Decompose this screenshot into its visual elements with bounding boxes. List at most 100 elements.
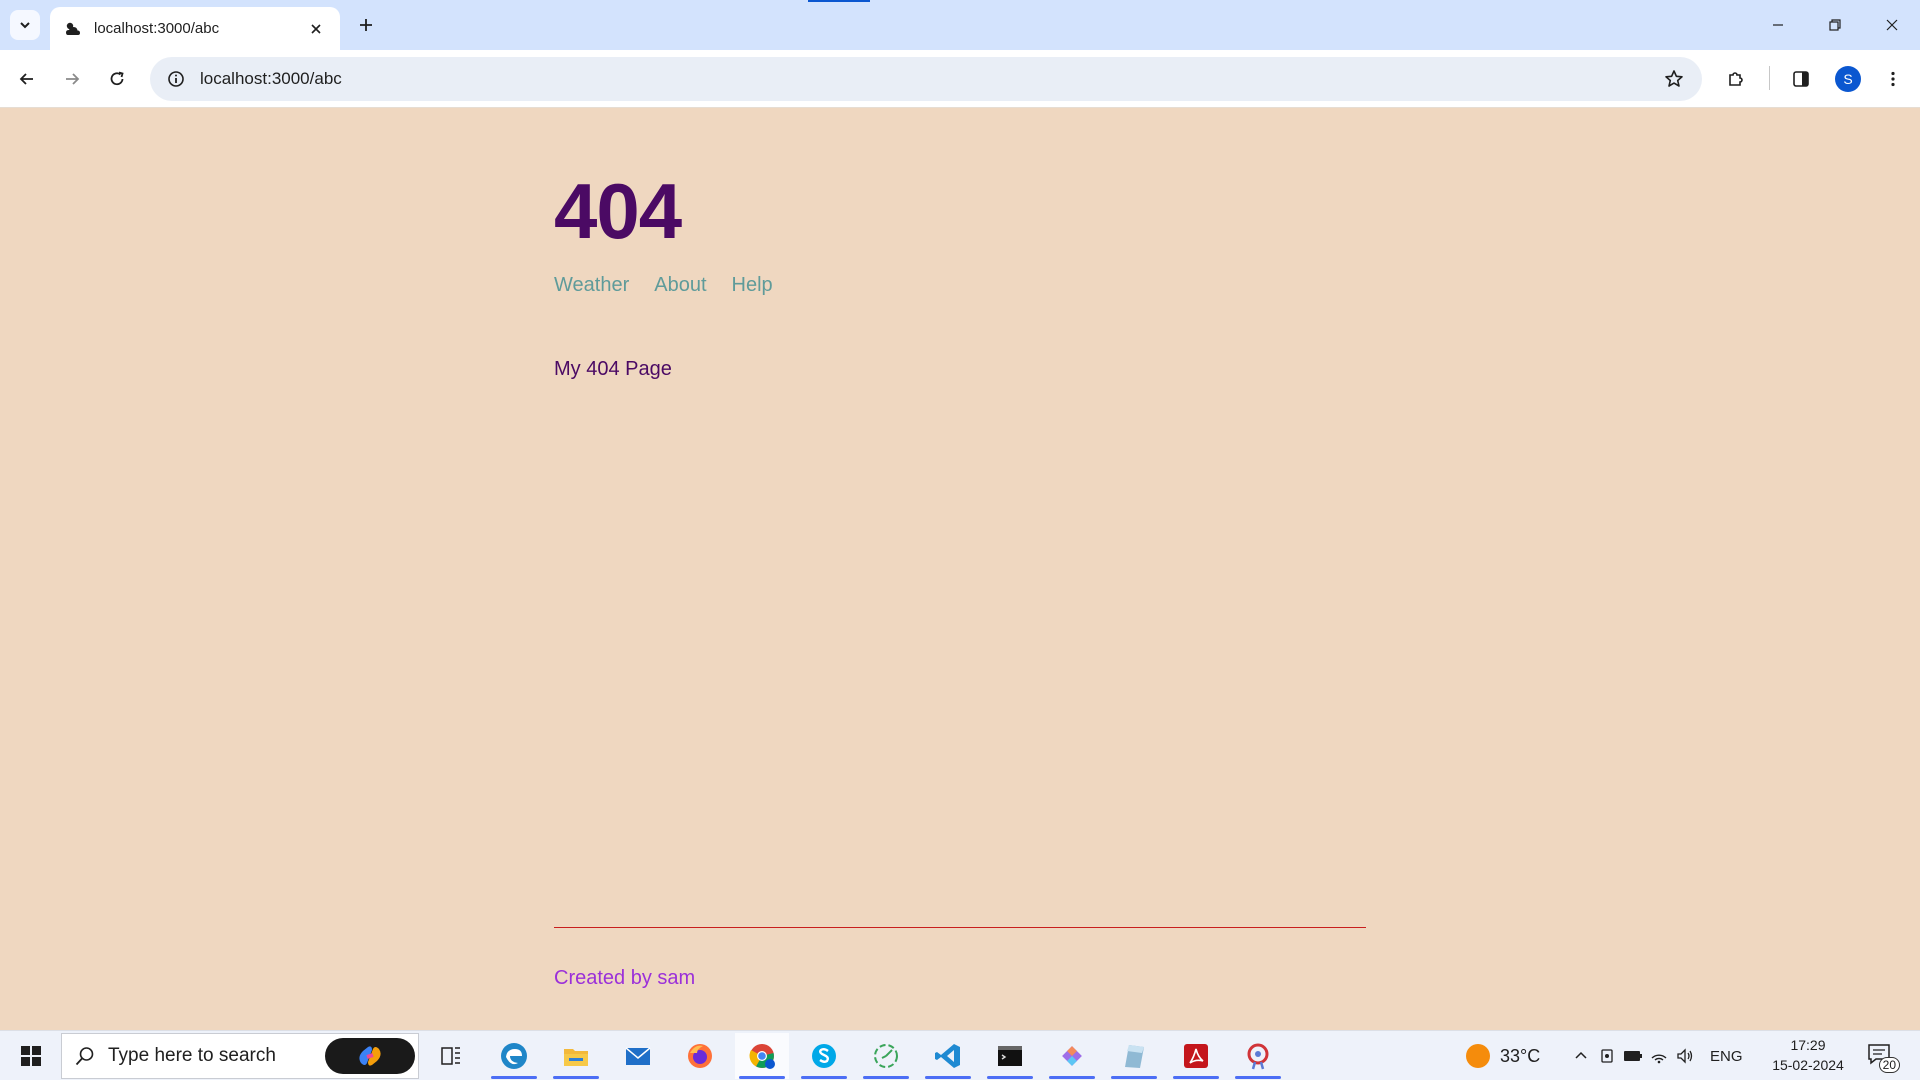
taskbar-app-chrome[interactable]: [735, 1033, 789, 1079]
taskbar-app-skype[interactable]: [797, 1033, 851, 1079]
restore-button[interactable]: [1806, 0, 1863, 50]
meet-now-icon[interactable]: [1594, 1043, 1620, 1069]
reload-button[interactable]: [100, 62, 134, 96]
running-indicator: [1111, 1076, 1157, 1079]
footer-credit: Created by sam: [554, 967, 696, 989]
tab-drag-indicator: [808, 0, 870, 2]
firefox-icon: [688, 1044, 712, 1068]
weather-favicon-icon: [64, 20, 82, 38]
footer-divider: [554, 927, 1366, 928]
start-button[interactable]: [10, 1031, 52, 1080]
close-window-button[interactable]: [1863, 0, 1920, 50]
minimize-icon: [1772, 24, 1783, 26]
error-message: My 404 Page: [554, 358, 672, 380]
clock[interactable]: 17:29 15-02-2024: [1770, 1035, 1846, 1075]
acrobat-icon: [1184, 1044, 1208, 1068]
window-controls: [1749, 0, 1920, 50]
bookmark-star-icon[interactable]: [1654, 59, 1694, 99]
running-indicator: [863, 1076, 909, 1079]
arrow-left-icon: [19, 73, 33, 85]
taskbar-app-paper[interactable]: [1107, 1033, 1161, 1079]
sun-icon: [1466, 1044, 1490, 1068]
taskbar-app-terminal[interactable]: [983, 1033, 1037, 1079]
git-icon: [1062, 1046, 1082, 1066]
forward-button[interactable]: [55, 62, 89, 96]
new-tab-button[interactable]: [352, 10, 380, 40]
avatar: S: [1835, 66, 1861, 92]
profile-button[interactable]: S: [1831, 62, 1865, 96]
plus-icon: [360, 19, 372, 31]
running-indicator: [801, 1076, 847, 1079]
taskbar-app-mail[interactable]: [611, 1033, 665, 1079]
site-nav: Weather About Help: [554, 274, 773, 297]
page-title: 404: [554, 167, 682, 255]
address-bar[interactable]: localhost:3000/abc: [150, 57, 1702, 101]
file-explorer-icon: [564, 1049, 588, 1066]
reload-icon: [110, 71, 124, 86]
running-indicator: [1235, 1076, 1281, 1079]
tab-search-button[interactable]: [10, 10, 40, 40]
copilot-button[interactable]: [325, 1038, 415, 1074]
taskbar-app-firefox[interactable]: [673, 1033, 727, 1079]
extensions-button[interactable]: [1719, 62, 1753, 96]
browser-tab[interactable]: localhost:3000/abc: [50, 7, 340, 50]
running-indicator: [1173, 1076, 1219, 1079]
tab-close-icon[interactable]: [306, 19, 326, 39]
nav-link-help[interactable]: Help: [732, 274, 773, 297]
browser-toolbar: localhost:3000/abc S: [0, 50, 1920, 108]
running-indicator: [739, 1076, 785, 1079]
clock-app-icon: [874, 1044, 898, 1068]
taskbar-app-file-explorer[interactable]: [549, 1033, 603, 1079]
more-vertical-icon: [1891, 71, 1895, 87]
nav-link-weather[interactable]: Weather: [554, 274, 629, 297]
tab-strip: localhost:3000/abc: [0, 0, 1920, 50]
taskbar-app-vscode[interactable]: [921, 1033, 975, 1079]
site-info-icon[interactable]: [154, 57, 198, 101]
taskbar-app-edge[interactable]: [487, 1033, 541, 1079]
mail-icon: [625, 1047, 651, 1065]
wifi-icon[interactable]: [1646, 1043, 1672, 1069]
url-text[interactable]: localhost:3000/abc: [200, 69, 1654, 89]
clock-date: 15-02-2024: [1772, 1057, 1844, 1073]
restore-icon: [1828, 19, 1841, 31]
clock-time: 17:29: [1790, 1037, 1826, 1053]
taskbar-app-git[interactable]: [1045, 1033, 1099, 1079]
taskbar-app-settings[interactable]: [1231, 1033, 1285, 1079]
edge-icon: [501, 1043, 527, 1069]
paper-icon: [1125, 1045, 1144, 1068]
arrow-right-icon: [66, 73, 80, 85]
page-main: 404 Weather About Help My 404 Page Creat…: [554, 108, 1366, 1030]
side-panel-icon: [1793, 71, 1809, 87]
toolbar-divider: [1769, 66, 1770, 90]
notification-count: 20: [1878, 1057, 1900, 1073]
running-indicator: [1049, 1076, 1095, 1079]
browser-menu-button[interactable]: [1876, 62, 1910, 96]
web-page: 404 Weather About Help My 404 Page Creat…: [0, 108, 1920, 1030]
taskbar-app-clock[interactable]: [859, 1033, 913, 1079]
taskbar-search[interactable]: Type here to search: [61, 1033, 419, 1079]
nav-link-about[interactable]: About: [654, 274, 706, 297]
search-placeholder: Type here to search: [108, 1045, 276, 1066]
back-button[interactable]: [10, 62, 44, 96]
search-icon: [62, 1033, 108, 1079]
settings-app-icon: [1247, 1043, 1269, 1070]
system-tray: ENG: [1568, 1031, 1743, 1080]
volume-icon[interactable]: [1672, 1043, 1698, 1069]
taskbar-app-acrobat[interactable]: [1169, 1033, 1223, 1079]
vscode-icon: [935, 1044, 960, 1068]
side-panel-button[interactable]: [1784, 62, 1818, 96]
notifications-button[interactable]: 20: [1866, 1041, 1900, 1073]
tab-title: localhost:3000/abc: [94, 20, 220, 37]
battery-icon[interactable]: [1620, 1043, 1646, 1069]
language-indicator[interactable]: ENG: [1710, 1048, 1743, 1065]
close-icon: [1886, 19, 1897, 31]
running-indicator: [553, 1076, 599, 1079]
chevron-up-icon[interactable]: [1568, 1043, 1594, 1069]
task-view-icon: [441, 1047, 460, 1065]
minimize-button[interactable]: [1749, 0, 1806, 50]
windows-icon: [21, 1046, 41, 1066]
task-view-button[interactable]: [436, 1041, 466, 1071]
running-indicator: [987, 1076, 1033, 1079]
puzzle-icon: [1729, 72, 1743, 86]
weather-widget[interactable]: 33°C: [1466, 1031, 1540, 1080]
